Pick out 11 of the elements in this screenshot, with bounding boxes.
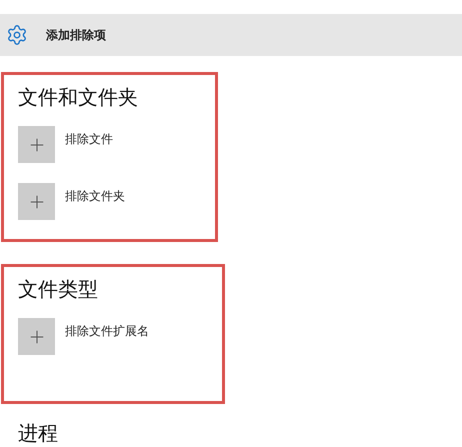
section-title: 进程 (18, 420, 59, 447)
section-title: 文件和文件夹 (18, 84, 139, 111)
add-button[interactable] (18, 126, 55, 163)
settings-icon (6, 24, 28, 46)
exclusion-label: 排除文件 (65, 131, 113, 148)
exclusion-label: 排除文件扩展名 (65, 323, 149, 340)
add-button[interactable] (18, 318, 55, 355)
add-button[interactable] (18, 183, 55, 220)
add-exclusion-button[interactable]: 添加排除项 (0, 14, 462, 56)
exclusion-label: 排除文件夹 (65, 188, 125, 205)
section-title: 文件类型 (18, 276, 99, 303)
